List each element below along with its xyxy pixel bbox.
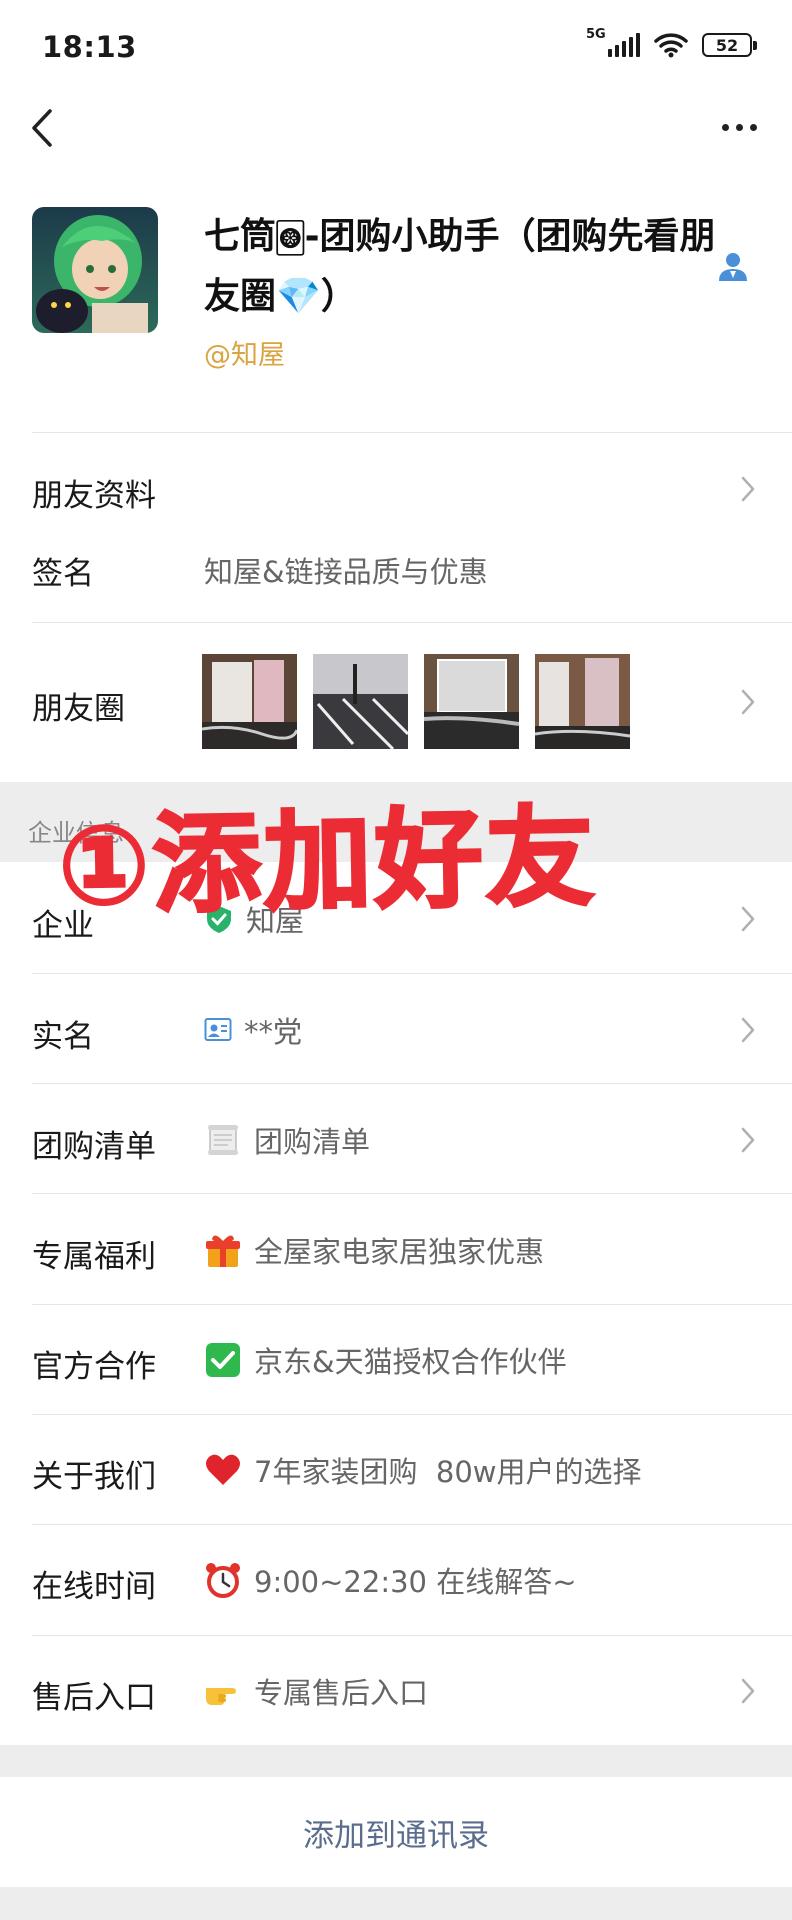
chevron-right-icon	[741, 906, 755, 932]
group-list-label: 团购清单	[32, 1129, 156, 1165]
add-to-contacts-button[interactable]: 添加到通讯录	[0, 1777, 792, 1887]
benefit-text: 全屋家电家居独家优惠	[254, 1235, 545, 1269]
realname-text: **党	[244, 1015, 303, 1049]
chevron-right-icon	[741, 1017, 755, 1043]
about-text: 7年家装团购 80w用户的选择	[254, 1455, 642, 1489]
divider	[32, 1193, 792, 1194]
moments-thumbnail[interactable]	[535, 654, 630, 749]
group-list-value[interactable]: 团购清单	[204, 1119, 370, 1161]
realname-value[interactable]: **党	[204, 1009, 302, 1051]
about-label: 关于我们	[32, 1459, 156, 1495]
benefit-label: 专属福利	[32, 1239, 156, 1275]
online-text: 9:00~22:30 在线解答~	[254, 1565, 577, 1599]
status-bar: 18:13 5G 52	[0, 0, 792, 95]
check-mark-icon	[206, 1343, 240, 1377]
profile-org[interactable]: @知屋	[204, 333, 285, 372]
battery-icon: 52	[702, 33, 757, 57]
divider	[32, 1524, 792, 1525]
status-icons: 5G 52	[586, 27, 757, 62]
divider	[32, 432, 792, 433]
divider	[32, 973, 792, 974]
more-options-icon[interactable]	[722, 112, 766, 142]
id-card-icon	[204, 1018, 232, 1041]
moments-thumbnail[interactable]	[424, 654, 519, 749]
signature-label: 签名	[32, 556, 94, 592]
chevron-right-icon	[741, 1678, 755, 1704]
battery-level: 52	[715, 35, 739, 55]
realname-label: 实名	[32, 1019, 94, 1055]
chevron-right-icon	[741, 689, 755, 715]
group-list-text: 团购清单	[254, 1125, 371, 1159]
divider	[32, 622, 792, 623]
partner-label: 官方合作	[32, 1349, 156, 1385]
profile-name: 七筒🀙-团购小助手（团购先看朋友圈💎）	[204, 216, 716, 317]
partner-text: 京东&天猫授权合作伙伴	[254, 1345, 567, 1379]
online-value: 9:00~22:30 在线解答~	[204, 1559, 577, 1601]
back-arrow-icon[interactable]	[24, 105, 64, 151]
divider	[32, 1635, 792, 1636]
divider	[32, 1304, 792, 1305]
signature-value: 知屋&链接品质与优惠	[204, 549, 488, 591]
moments-thumbnail[interactable]	[202, 654, 297, 749]
moments-thumbnail[interactable]	[313, 654, 408, 749]
partner-value: 京东&天猫授权合作伙伴	[204, 1339, 567, 1381]
gift-icon	[206, 1235, 240, 1267]
chevron-right-icon	[741, 476, 755, 502]
divider	[32, 1083, 792, 1084]
add-friend-overlay: ①添加好友	[56, 794, 600, 931]
bottom-separator	[0, 1887, 792, 1920]
wifi-icon	[654, 33, 688, 58]
aftersale-text: 专属售后入口	[254, 1676, 429, 1710]
scroll-icon	[208, 1125, 238, 1155]
contact-person-icon[interactable]	[716, 250, 750, 284]
network-type: 5G	[586, 27, 606, 42]
pointing-hand-icon	[206, 1688, 236, 1705]
cellular-signal-icon: 5G	[586, 27, 640, 57]
alarm-clock-icon	[206, 1563, 240, 1598]
online-label: 在线时间	[32, 1569, 156, 1605]
status-time: 18:13	[42, 30, 137, 64]
heart-icon	[206, 1454, 240, 1485]
moments-thumbnails[interactable]	[202, 654, 630, 749]
chevron-right-icon	[741, 1127, 755, 1153]
aftersale-label: 售后入口	[32, 1680, 156, 1716]
benefit-value: 全屋家电家居独家优惠	[204, 1229, 544, 1271]
about-value: 7年家装团购 80w用户的选择	[204, 1449, 642, 1491]
avatar[interactable]	[32, 207, 158, 333]
friend-info-label[interactable]: 朋友资料	[32, 470, 156, 515]
signature-text: 知屋&链接品质与优惠	[204, 555, 488, 589]
moments-label[interactable]: 朋友圈	[32, 683, 125, 728]
aftersale-value[interactable]: 专属售后入口	[204, 1670, 428, 1712]
divider	[32, 1414, 792, 1415]
bottom-separator	[0, 1745, 792, 1777]
